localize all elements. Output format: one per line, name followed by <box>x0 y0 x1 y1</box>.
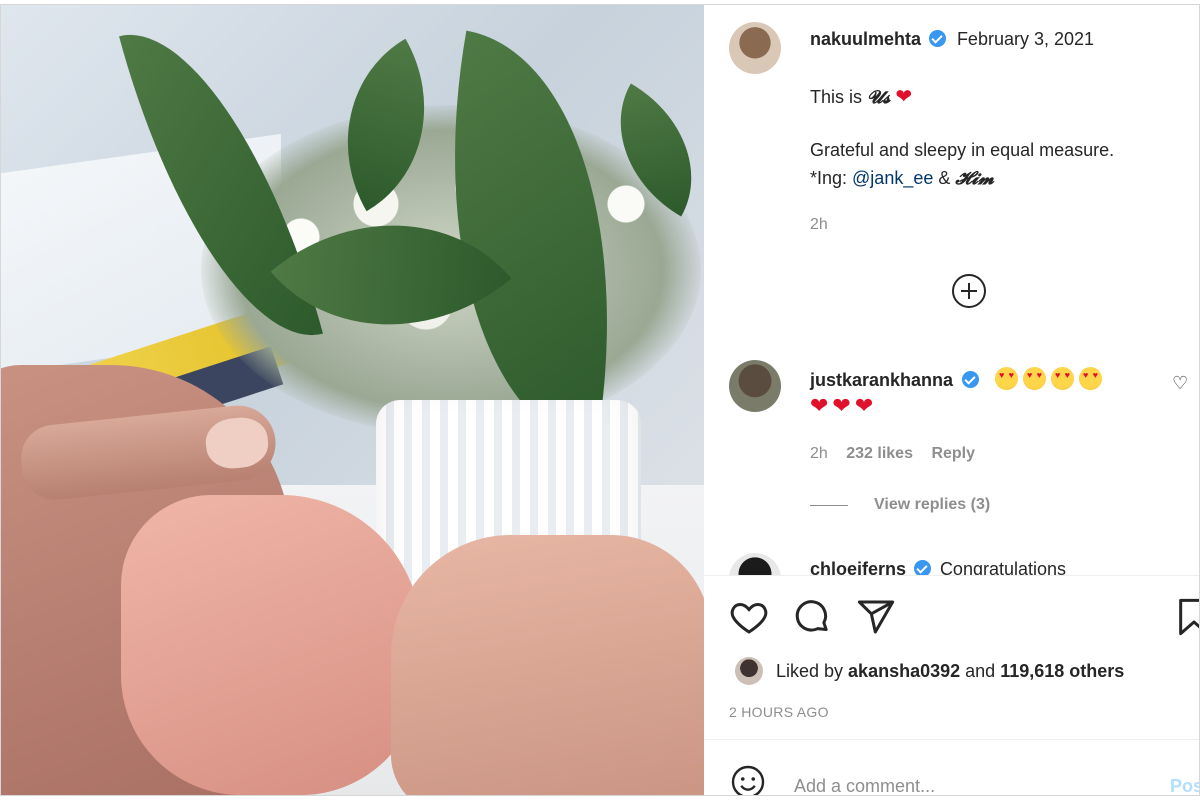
view-replies-button[interactable]: View replies (3) <box>874 496 990 514</box>
commenter-username[interactable]: chloeiferns <box>810 559 906 575</box>
share-icon[interactable] <box>856 597 896 637</box>
caption-text: *Ing: <box>810 168 853 188</box>
caption-text: This is <box>810 87 868 107</box>
divider <box>704 739 1199 740</box>
commenter-avatar[interactable] <box>729 553 781 575</box>
commenter-avatar[interactable] <box>729 360 781 412</box>
verified-badge-icon <box>929 30 947 47</box>
add-comment-input[interactable]: Add a comment... <box>794 776 935 795</box>
instagram-post-frame: nakuulmehta February 3, 2021 This is 𝓤𝓼 … <box>0 4 1200 796</box>
caption-line-3: *Ing: @jank_ee & 𝓗𝓲𝓶 <box>810 168 994 189</box>
caption-styled-word: 𝓤𝓼 <box>867 87 891 108</box>
red-hearts-emoji: ❤❤❤ <box>810 393 878 418</box>
comment-header: chloeiferns Congratulations <box>810 559 1066 575</box>
bookmark-icon[interactable] <box>1174 597 1200 637</box>
replies-line <box>810 505 848 506</box>
caption-styled-word: 𝓗𝓲𝓶 <box>955 168 995 189</box>
divider <box>704 575 1199 576</box>
comment-text: Congratulations <box>939 559 1067 575</box>
comment-likes[interactable]: 232 likes <box>846 445 913 462</box>
post-photo[interactable] <box>1 5 704 795</box>
heart-eyes-emoji-icon <box>1078 367 1102 390</box>
comment-icon[interactable] <box>792 597 832 637</box>
comment-time: 2h <box>810 445 828 462</box>
heart-eyes-emoji-icon <box>1050 367 1074 390</box>
emoji-icon[interactable] <box>730 764 766 796</box>
caption-line-1: This is 𝓤𝓼 ❤ <box>810 84 912 109</box>
post-button[interactable]: Post <box>1170 776 1199 795</box>
heart-eyes-emoji-icon <box>994 367 1018 390</box>
comment-meta: 2h 232 likes Reply <box>810 445 975 463</box>
comment-header: justkarankhanna <box>810 367 1107 391</box>
post-date: February 3, 2021 <box>956 29 1095 49</box>
liked-by-user[interactable]: akansha0392 <box>848 661 960 681</box>
liked-by: Liked by akansha0392 and 119,618 others <box>776 661 1124 682</box>
heart-icon[interactable] <box>729 597 769 637</box>
verified-badge-icon <box>961 371 979 388</box>
baby-hand <box>121 495 421 795</box>
adult-finger <box>391 535 704 795</box>
plus-circle-icon[interactable] <box>952 274 986 308</box>
caption-line-2: Grateful and sleepy in equal measure. <box>810 140 1115 160</box>
commenter-username[interactable]: justkarankhanna <box>810 370 953 390</box>
author-avatar[interactable] <box>729 22 781 74</box>
caption-time: 2h <box>810 216 828 233</box>
reply-button[interactable]: Reply <box>931 445 975 462</box>
heart-eyes-emoji-icon <box>1022 367 1046 390</box>
liked-by-text: Liked by <box>776 661 849 681</box>
caption-header: nakuulmehta February 3, 2021 <box>810 29 1094 50</box>
verified-badge-icon <box>914 560 932 575</box>
post-sidebar: nakuulmehta February 3, 2021 This is 𝓤𝓼 … <box>704 5 1200 796</box>
comment-like-heart-icon[interactable]: ♡ <box>1172 373 1188 394</box>
comment-clipped: chloeiferns Congratulations <box>704 545 1199 575</box>
mention-link[interactable]: @jank_ee <box>852 168 933 188</box>
liked-by-text: and <box>960 661 1001 681</box>
red-heart-icon: ❤ <box>895 86 913 108</box>
post-timestamp: 2 HOURS AGO <box>729 704 829 720</box>
liker-avatar[interactable] <box>735 657 763 685</box>
liked-by-count[interactable]: 119,618 others <box>1000 661 1124 681</box>
caption-text: & <box>933 168 956 188</box>
author-username[interactable]: nakuulmehta <box>810 29 921 49</box>
